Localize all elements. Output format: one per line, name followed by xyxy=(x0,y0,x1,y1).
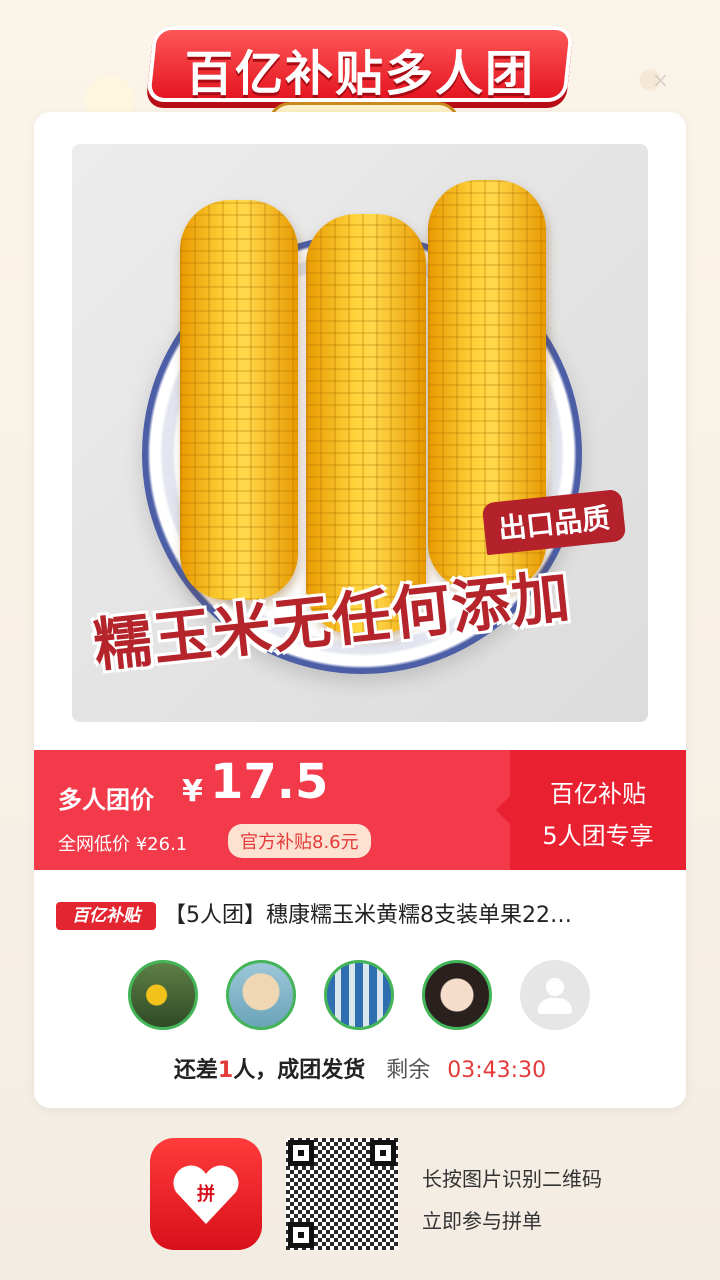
member-avatars xyxy=(128,960,598,1034)
qr-finder xyxy=(288,1222,314,1248)
original-price: 全网低价 ¥26.1 xyxy=(58,834,188,855)
subsidy-side-panel: 百亿补贴 5人团专享 xyxy=(496,750,686,870)
qr-hint: 长按图片识别二维码 立即参与拼单 xyxy=(422,1158,602,1242)
empty-slot-avatar[interactable] xyxy=(520,960,590,1030)
group-price-label: 多人团价 xyxy=(58,786,154,814)
corn-cob-1 xyxy=(180,200,298,600)
avatar xyxy=(226,960,296,1030)
product-title[interactable]: 【5人团】穗康糯玉米黄糯8支装单果22… xyxy=(164,902,664,930)
app-icon-label: 拼 xyxy=(197,1184,215,1205)
price-band: 多人团价 ¥ 17.5 全网低价 ¥26.1 官方补贴8.6元 百亿补贴 5人团… xyxy=(34,750,686,870)
group-buy-card[interactable]: 出口品质 糯玉米无任何添加 多人团价 ¥ 17.5 全网低价 ¥26.1 官方补… xyxy=(34,112,686,1108)
status-missing-count: 1 xyxy=(217,1058,234,1083)
product-title-row[interactable]: 百亿补贴 【5人团】穗康糯玉米黄糯8支装单果22… xyxy=(56,902,666,934)
user-placeholder-icon xyxy=(546,978,564,996)
qr-finder xyxy=(370,1140,396,1166)
remaining-label: 剩余 xyxy=(386,1058,431,1083)
countdown-timer: 03:43:30 xyxy=(447,1058,547,1083)
status-suffix: 人，成团发货 xyxy=(233,1058,366,1083)
avatar xyxy=(422,960,492,1030)
product-image[interactable]: 出口品质 糯玉米无任何添加 xyxy=(72,144,648,722)
qr-hint-line-2: 立即参与拼单 xyxy=(422,1209,542,1233)
avatar xyxy=(128,960,198,1030)
app-icon-label-wrap: 拼 xyxy=(172,1162,240,1226)
status-prefix: 还差 xyxy=(173,1058,218,1083)
side-line-2: 5人团专享 xyxy=(542,822,654,850)
close-icon[interactable]: × xyxy=(652,70,669,90)
qr-code[interactable] xyxy=(286,1138,398,1250)
subsidy-pill: 官方补贴8.6元 xyxy=(228,824,371,858)
qr-hint-line-1: 长按图片识别二维码 xyxy=(422,1167,602,1191)
side-line-1: 百亿补贴 xyxy=(550,780,646,808)
avatar xyxy=(324,960,394,1030)
currency-symbol: ¥ xyxy=(182,774,203,809)
user-placeholder-body xyxy=(538,998,572,1014)
group-status: 还差1人，成团发货 剩余 03:43:30 xyxy=(34,1052,686,1084)
subsidy-badge: 百亿补贴 xyxy=(56,902,156,930)
group-price-value: 17.5 xyxy=(210,754,329,810)
qr-finder xyxy=(288,1140,314,1166)
banner-title: 百亿补贴多人团 xyxy=(184,46,535,102)
pinduoduo-app-icon: 拼 xyxy=(150,1138,262,1250)
